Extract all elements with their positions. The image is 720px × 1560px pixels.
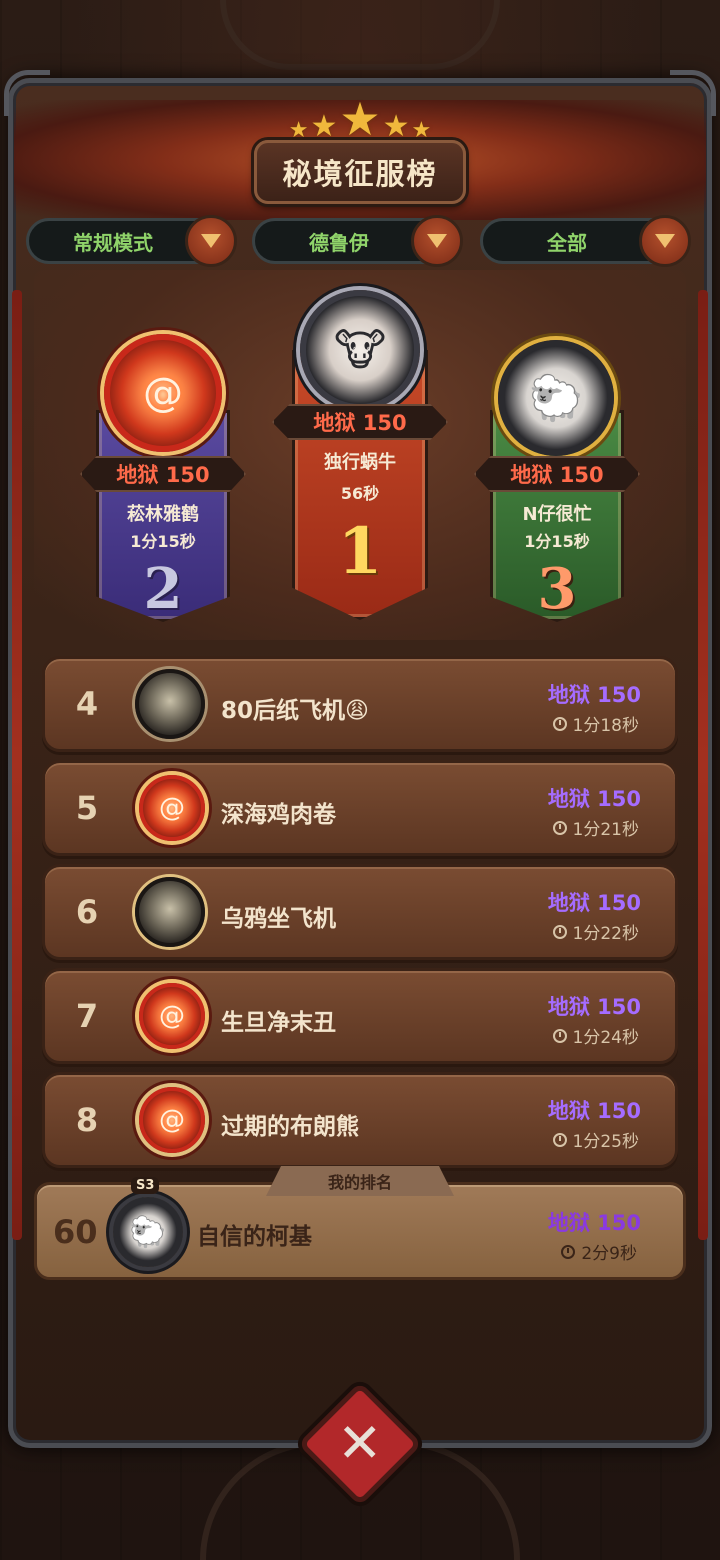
filter-class-dropdown[interactable]: 德鲁伊 bbox=[252, 215, 463, 267]
clock-icon bbox=[561, 1244, 576, 1259]
podium-third-level: 地狱 150 bbox=[474, 456, 640, 492]
stars-decoration: ★ ★ ★ ★ ★ bbox=[268, 88, 452, 142]
star-icon: ★ bbox=[339, 92, 381, 146]
podium-third-time: 1分15秒 bbox=[524, 532, 590, 551]
podium-second-name: 菘林雅鹤 bbox=[127, 504, 199, 525]
row-player-name: 生旦净末丑 bbox=[221, 1010, 336, 1036]
clock-icon bbox=[552, 1028, 567, 1043]
table-row[interactable]: 8 @ 过期的布朗熊 地狱 150 1分25秒 bbox=[42, 1072, 678, 1168]
star-icon: ★ bbox=[288, 118, 309, 143]
table-row[interactable]: 5 @ 深海鸡肉卷 地狱 150 1分21秒 bbox=[42, 760, 678, 856]
my-rank-row[interactable]: 60 🐑 S3 自信的柯基 地狱 150 2分9秒 bbox=[34, 1177, 686, 1280]
frame-rail-right bbox=[698, 290, 708, 1240]
row-level: 地狱 150 bbox=[547, 1099, 641, 1123]
star-icon: ★ bbox=[411, 118, 432, 143]
row-rank: 5 bbox=[75, 789, 99, 827]
row-time: 1分21秒 bbox=[552, 815, 639, 840]
my-rank-number: 60 bbox=[53, 1213, 98, 1251]
winged-swirl-icon: @ bbox=[139, 1087, 205, 1153]
podium-first-name: 独行蜗牛 bbox=[324, 452, 396, 473]
my-player-name: 自信的柯基 bbox=[197, 1224, 312, 1250]
row-level: 地狱 150 bbox=[547, 891, 641, 915]
row-rank: 8 bbox=[75, 1101, 99, 1139]
podium-first-level: 地狱 150 bbox=[272, 404, 448, 440]
table-row[interactable]: 7 @ 生旦净末丑 地狱 150 1分24秒 bbox=[42, 968, 678, 1064]
row-player-name: 乌鸦坐飞机 bbox=[221, 906, 336, 932]
ornament-top bbox=[220, 0, 500, 70]
podium-second-level: 地狱 150 bbox=[80, 456, 246, 492]
podium-second-rank: 2 bbox=[143, 556, 183, 622]
my-level: 地狱 150 bbox=[547, 1211, 641, 1235]
season-badge: S3 bbox=[131, 1177, 160, 1194]
frame-rail-left bbox=[12, 290, 22, 1240]
dark-mask-icon bbox=[135, 669, 205, 739]
row-time: 1分25秒 bbox=[552, 1127, 639, 1152]
row-time: 1分24秒 bbox=[552, 1023, 639, 1048]
table-row[interactable]: 6 乌鸦坐飞机 地狱 150 1分22秒 bbox=[42, 864, 678, 960]
table-row[interactable]: 4 80后纸飞机😩 地狱 150 1分18秒 bbox=[42, 656, 678, 752]
clock-icon bbox=[552, 820, 567, 835]
clock-icon bbox=[552, 716, 567, 731]
row-level: 地狱 150 bbox=[547, 787, 641, 811]
row-rank: 4 bbox=[75, 685, 99, 723]
star-icon: ★ bbox=[382, 109, 410, 144]
filter-mode-dropdown[interactable]: 常规模式 bbox=[26, 215, 237, 267]
close-icon: ✕ bbox=[337, 1412, 383, 1475]
row-player-name: 80后纸飞机😩 bbox=[221, 698, 369, 724]
row-rank: 7 bbox=[75, 997, 99, 1035]
podium-first-time: 56秒 bbox=[340, 484, 380, 503]
row-player-name: 深海鸡肉卷 bbox=[221, 802, 336, 828]
page-title: 秘境征服榜 bbox=[282, 157, 438, 191]
sheep-avatar-icon: 🐑 bbox=[113, 1197, 183, 1267]
row-rank: 6 bbox=[75, 893, 99, 931]
cow-avatar-icon: 🐮 bbox=[300, 290, 420, 410]
row-player-name: 过期的布朗熊 bbox=[221, 1114, 359, 1140]
chevron-down-icon[interactable] bbox=[639, 215, 691, 267]
my-time: 2分9秒 bbox=[561, 1239, 637, 1264]
row-time: 1分22秒 bbox=[552, 919, 639, 944]
podium-third-name: N仔很忙 bbox=[522, 504, 592, 525]
sheep-avatar-icon: 🐑 bbox=[498, 340, 614, 456]
row-level: 地狱 150 bbox=[547, 995, 641, 1019]
row-level: 地狱 150 bbox=[547, 683, 641, 707]
clock-icon bbox=[552, 924, 567, 939]
fire-swirl-icon: @ bbox=[104, 334, 222, 452]
star-icon: ★ bbox=[310, 109, 338, 144]
title-plate: 秘境征服榜 bbox=[254, 140, 466, 204]
filter-scope-dropdown[interactable]: 全部 bbox=[480, 215, 691, 267]
clock-icon bbox=[552, 1132, 567, 1147]
fire-swirl-icon: @ bbox=[139, 983, 205, 1049]
fire-swirl-icon: @ bbox=[139, 775, 205, 841]
podium-second-time: 1分15秒 bbox=[130, 532, 196, 551]
chevron-down-icon[interactable] bbox=[411, 215, 463, 267]
chevron-down-icon[interactable] bbox=[185, 215, 237, 267]
podium-third-rank: 3 bbox=[537, 556, 577, 622]
my-rank-tab: 我的排名 bbox=[266, 1166, 454, 1196]
podium-first-rank: 1 bbox=[337, 514, 383, 589]
winged-mask-icon bbox=[135, 877, 205, 947]
row-time: 1分18秒 bbox=[552, 711, 639, 736]
